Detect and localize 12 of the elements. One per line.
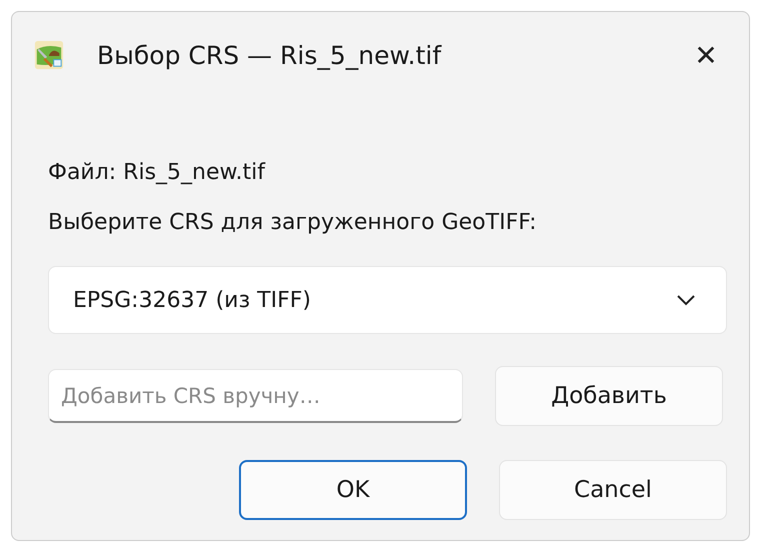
file-label: Файл: Ris_5_new.tif xyxy=(48,159,266,187)
app-icon xyxy=(34,40,64,70)
chevron-down-icon xyxy=(676,294,696,306)
manual-crs-field[interactable]: Добавить CRS вручну… xyxy=(48,369,463,423)
add-button[interactable]: Добавить xyxy=(495,366,723,426)
close-button[interactable]: ✕ xyxy=(671,25,741,85)
prompt-text: Выберите CRS для загруженного GeoTIFF: xyxy=(48,209,538,237)
ok-button[interactable]: OK xyxy=(239,460,467,520)
crs-dropdown[interactable]: EPSG:32637 (из TIFF) xyxy=(48,266,727,334)
window-title: Выбор CRS — Ris_5_new.tif xyxy=(97,40,443,70)
cancel-button[interactable]: Cancel xyxy=(499,460,727,520)
dropdown-value: EPSG:32637 (из TIFF) xyxy=(73,288,311,312)
